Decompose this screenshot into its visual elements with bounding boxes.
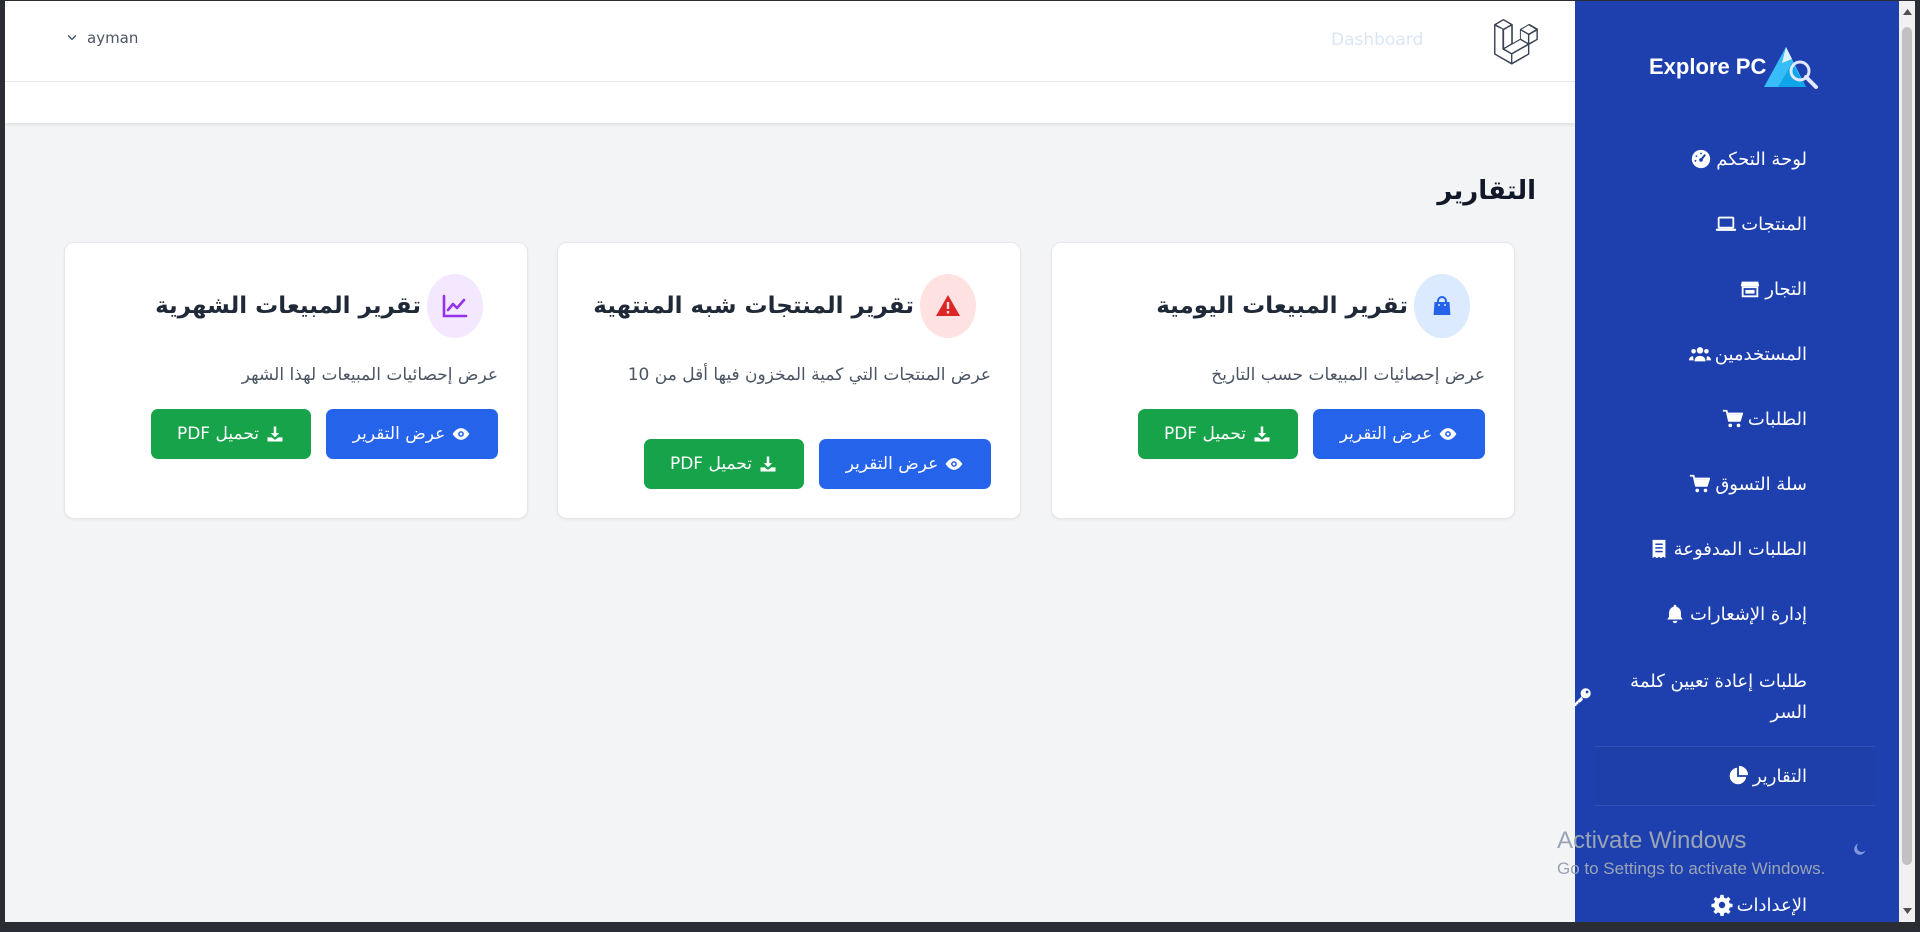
sidebar-item-label: المستخدمين [1714,343,1807,365]
gear-icon [1711,894,1733,916]
view-report-button[interactable]: عرض التقرير [1313,409,1485,459]
sidebar-item-label: الإعدادات [1736,894,1807,916]
chevron-down-icon [67,35,77,41]
vertical-scrollbar[interactable] [1899,1,1915,922]
scrollbar-thumb[interactable] [1902,27,1912,865]
monthly-sales-report-card: تقرير المبيعات الشهرية عرض إحصائيات المب… [64,242,528,519]
sidebar-item-label: لوحة التحكم [1716,148,1807,170]
sidebar-item-label: التجار [1765,278,1807,300]
warning-icon [920,274,976,338]
sidebar-item-label: الطلبات المدفوعة [1673,538,1807,560]
sidebar-item-products[interactable]: المنتجات [1715,213,1807,235]
dashboard-link[interactable]: Dashboard [1331,30,1423,50]
receipt-icon [1652,539,1665,559]
sidebar-item-merchants[interactable]: التجار [1739,278,1807,300]
view-report-label: عرض التقرير [352,424,446,444]
cart-icon [1690,474,1711,493]
sidebar-item-paid-orders[interactable]: الطلبات المدفوعة [1648,538,1807,560]
card-header: تقرير المبيعات الشهرية [155,274,483,338]
sidebar: Explore PC لوحة التحكم المنتجات التجار ا… [1573,1,1899,922]
sidebar-item-label: سلة التسوق [1715,473,1807,495]
card-header: تقرير المبيعات اليومية [1156,274,1470,338]
sidebar-item-label: المنتجات [1741,213,1807,235]
view-report-label: عرض التقرير [1339,424,1433,444]
chart-line-icon [427,274,483,338]
card-actions: عرض التقرير تحميل PDF [1138,409,1485,459]
sidebar-item-orders[interactable]: الطلبات [1722,408,1807,430]
user-dropdown[interactable]: ayman [65,29,138,47]
app-viewport: ayman Dashboard التقارير تقرير المبيعات … [5,1,1899,922]
download-icon [760,456,776,472]
card-description: عرض المنتجات التي كمية المخزون فيها أقل … [627,365,991,385]
gauge-icon [1692,149,1711,169]
low-stock-report-card: تقرير المنتجات شبه المنتهية عرض المنتجات… [557,242,1021,519]
sidebar-brand[interactable]: Explore PC [1649,41,1820,93]
sidebar-item-label: طلبات إعادة تعيين كلمة السر [1630,671,1807,723]
download-pdf-button[interactable]: تحميل PDF [151,409,311,459]
sidebar-item-users[interactable]: المستخدمين [1688,343,1807,365]
view-report-button[interactable]: عرض التقرير [819,439,991,489]
download-pdf-label: تحميل PDF [1163,424,1247,444]
brand-logo-icon [1764,47,1819,89]
store-icon [1741,281,1760,298]
laptop-icon [1716,216,1737,231]
scroll-up-arrow-icon[interactable] [1899,4,1915,20]
download-pdf-label: تحميل PDF [176,424,260,444]
shopping-bag-icon [1414,274,1470,338]
card-title: تقرير المنتجات شبه المنتهية [593,293,914,319]
download-pdf-label: تحميل PDF [669,454,753,474]
sidebar-item-dashboard[interactable]: لوحة التحكم [1690,148,1807,170]
download-icon [1254,426,1270,442]
daily-sales-report-card: تقرير المبيعات اليومية عرض إحصائيات المب… [1051,242,1515,519]
eye-icon [452,428,470,440]
sidebar-item-label: التقارير [1752,765,1807,787]
brand-name: Explore PC [1649,54,1767,79]
card-actions: عرض التقرير تحميل PDF [151,409,498,459]
download-pdf-button[interactable]: تحميل PDF [644,439,804,489]
sidebar-item-label: إدارة الإشعارات [1689,603,1807,625]
card-actions: عرض التقرير تحميل PDF [644,439,991,489]
sidebar-item-password-reset-requests[interactable]: طلبات إعادة تعيين كلمة السر [1571,666,1807,728]
laravel-logo-icon[interactable] [1493,19,1539,65]
user-name: ayman [87,29,139,47]
key-icon [1573,688,1591,707]
download-pdf-button[interactable]: تحميل PDF [1138,409,1298,459]
top-navbar: ayman Dashboard [5,1,1575,82]
download-icon [267,426,283,442]
card-description: عرض إحصائيات المبيعات لهذا الشهر [241,365,498,385]
card-header: تقرير المنتجات شبه المنتهية [593,274,976,338]
eye-icon [1439,428,1457,440]
cart-icon [1722,409,1744,428]
header-strip [5,82,1575,123]
bell-icon [1667,604,1683,624]
eye-icon [945,458,963,470]
view-report-button[interactable]: عرض التقرير [326,409,498,459]
page-title: التقارير [1437,176,1536,206]
users-icon [1688,347,1711,362]
sidebar-item-notifications[interactable]: إدارة الإشعارات [1664,603,1807,625]
sidebar-item-label: الطلبات [1747,408,1807,430]
pie-chart-icon [1729,765,1748,785]
card-description: عرض إحصائيات المبيعات حسب التاريخ [1211,365,1485,385]
scroll-down-arrow-icon[interactable] [1899,903,1915,919]
view-report-label: عرض التقرير [845,454,939,474]
card-title: تقرير المبيعات الشهرية [155,293,421,319]
sidebar-item-reports[interactable]: التقارير [1727,765,1807,787]
card-title: تقرير المبيعات اليومية [1156,293,1408,319]
sidebar-item-settings[interactable]: الإعدادات [1711,894,1807,916]
moon-icon[interactable] [1852,841,1868,857]
sidebar-item-shopping-cart[interactable]: سلة التسوق [1689,473,1807,495]
